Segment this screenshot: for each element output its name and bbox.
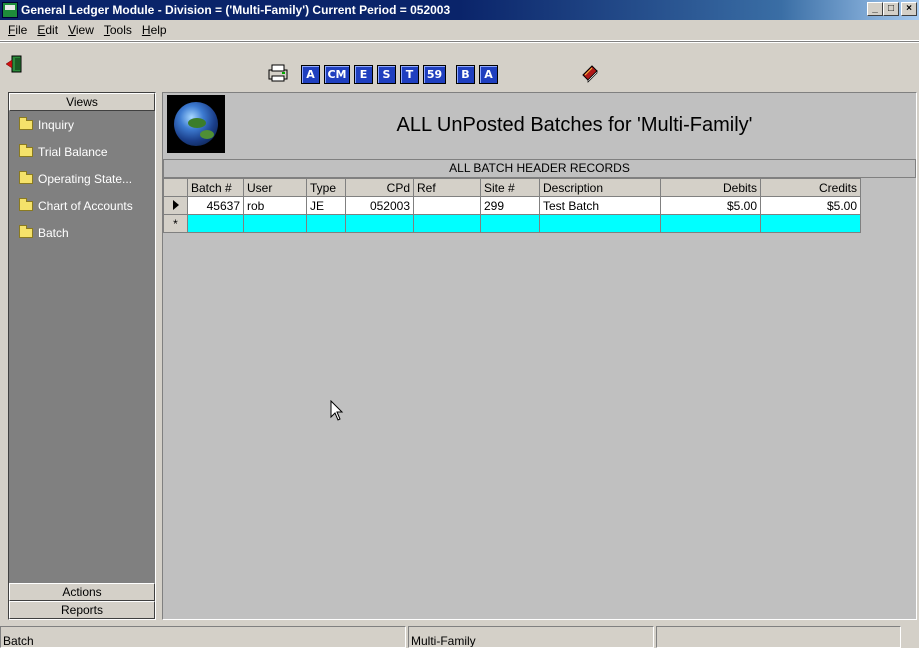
toolbar-separator <box>0 41 919 43</box>
main-content: ALL UnPosted Batches for 'Multi-Family' … <box>162 92 917 620</box>
toolbar-button-a[interactable]: A <box>301 65 320 84</box>
sidebar-item-label: Inquiry <box>38 117 75 132</box>
page-title: ALL UnPosted Batches for 'Multi-Family' <box>396 113 753 136</box>
menu-edit[interactable]: Edit <box>32 23 63 37</box>
toolbar-button-e[interactable]: E <box>354 65 373 84</box>
menu-tools[interactable]: Tools <box>99 23 137 37</box>
minimize-button[interactable]: _ <box>867 2 883 16</box>
toolbar-button-s[interactable]: S <box>377 65 396 84</box>
actions-header[interactable]: Actions <box>9 583 155 601</box>
sidebar-item-label: Trial Balance <box>38 144 108 159</box>
sidebar-item-label: Operating State... <box>38 171 133 186</box>
new-cell[interactable] <box>539 214 661 233</box>
batch-table: Batch # User Type CPd Ref Site # Descrip… <box>163 178 861 233</box>
column-header-type[interactable]: Type <box>306 178 346 197</box>
row-selector[interactable] <box>163 196 188 215</box>
table-header-row: Batch # User Type CPd Ref Site # Descrip… <box>163 178 861 197</box>
folder-icon <box>19 170 33 184</box>
toolbar: A CM E S T 59 B A <box>0 40 919 90</box>
column-header-debits[interactable]: Debits <box>660 178 761 197</box>
sidebar-item-batch[interactable]: Batch <box>9 219 155 246</box>
menu-bar: File Edit View Tools Help <box>0 20 919 39</box>
exit-door-icon[interactable] <box>6 55 22 73</box>
globe-icon <box>174 102 218 146</box>
mouse-cursor-icon <box>330 400 344 421</box>
menu-file[interactable]: File <box>3 23 32 37</box>
new-cell[interactable] <box>413 214 481 233</box>
column-header-site[interactable]: Site # <box>480 178 540 197</box>
sidebar-item-label: Batch <box>38 225 69 240</box>
row-selector-header <box>163 178 188 197</box>
folder-icon <box>19 143 33 157</box>
status-view: Batch <box>0 626 406 648</box>
views-panel: Views Inquiry Trial Balance Operating St… <box>8 92 156 620</box>
column-header-description[interactable]: Description <box>539 178 661 197</box>
cell-credits[interactable]: $5.00 <box>760 196 861 215</box>
sidebar-item-label: Chart of Accounts <box>38 198 133 213</box>
column-header-batch[interactable]: Batch # <box>187 178 244 197</box>
toolbar-button-a2[interactable]: A <box>479 65 498 84</box>
cell-debits[interactable]: $5.00 <box>660 196 761 215</box>
views-header[interactable]: Views <box>9 93 155 111</box>
cell-site[interactable]: 299 <box>480 196 540 215</box>
app-icon <box>2 2 18 18</box>
toolbar-button-b[interactable]: B <box>456 65 475 84</box>
book-icon[interactable] <box>580 63 600 83</box>
folder-icon <box>19 116 33 130</box>
maximize-button[interactable]: □ <box>883 2 899 16</box>
toolbar-button-cm[interactable]: CM <box>324 65 350 84</box>
new-record-row[interactable]: * <box>163 214 861 233</box>
sidebar-item-operating-statement[interactable]: Operating State... <box>9 165 155 192</box>
new-cell[interactable] <box>480 214 540 233</box>
title-bar: General Ledger Module - Division = ('Mul… <box>0 0 919 20</box>
cell-type[interactable]: JE <box>306 196 346 215</box>
window-title: General Ledger Module - Division = ('Mul… <box>21 3 451 17</box>
menu-view[interactable]: View <box>63 23 99 37</box>
current-row-pointer-icon <box>172 199 179 210</box>
new-cell[interactable] <box>760 214 861 233</box>
column-header-credits[interactable]: Credits <box>760 178 861 197</box>
new-cell[interactable] <box>660 214 761 233</box>
sidebar-item-chart-of-accounts[interactable]: Chart of Accounts <box>9 192 155 219</box>
cell-description[interactable]: Test Batch <box>539 196 661 215</box>
close-button[interactable]: × <box>901 2 917 16</box>
new-cell[interactable] <box>345 214 414 233</box>
reports-header[interactable]: Reports <box>9 601 155 619</box>
new-row-marker[interactable]: * <box>163 214 188 233</box>
grid-caption: ALL BATCH HEADER RECORDS <box>163 159 916 178</box>
batch-grid: ALL BATCH HEADER RECORDS Batch # User Ty… <box>163 159 916 619</box>
cell-user[interactable]: rob <box>243 196 307 215</box>
folder-icon <box>19 197 33 211</box>
status-extra <box>656 626 901 648</box>
menu-help[interactable]: Help <box>137 23 172 37</box>
printer-icon[interactable] <box>268 63 288 83</box>
column-header-cpd[interactable]: CPd <box>345 178 414 197</box>
new-cell[interactable] <box>306 214 346 233</box>
folder-icon <box>19 224 33 238</box>
new-cell[interactable] <box>187 214 244 233</box>
sidebar-item-inquiry[interactable]: Inquiry <box>9 111 155 138</box>
sidebar-item-trial-balance[interactable]: Trial Balance <box>9 138 155 165</box>
status-bar: Batch Multi-Family <box>0 626 919 648</box>
column-header-user[interactable]: User <box>243 178 307 197</box>
status-division: Multi-Family <box>408 626 654 648</box>
table-row[interactable]: 45637 rob JE 052003 299 Test Batch $5.00… <box>163 196 861 215</box>
page-header: ALL UnPosted Batches for 'Multi-Family' <box>163 93 916 157</box>
toolbar-button-59[interactable]: 59 <box>423 65 446 84</box>
new-cell[interactable] <box>243 214 307 233</box>
window-controls: _ □ × <box>867 2 917 16</box>
cell-cpd[interactable]: 052003 <box>345 196 414 215</box>
column-header-ref[interactable]: Ref <box>413 178 481 197</box>
cell-batch[interactable]: 45637 <box>187 196 244 215</box>
cell-ref[interactable] <box>413 196 481 215</box>
globe-logo <box>167 95 225 153</box>
toolbar-button-t[interactable]: T <box>400 65 419 84</box>
